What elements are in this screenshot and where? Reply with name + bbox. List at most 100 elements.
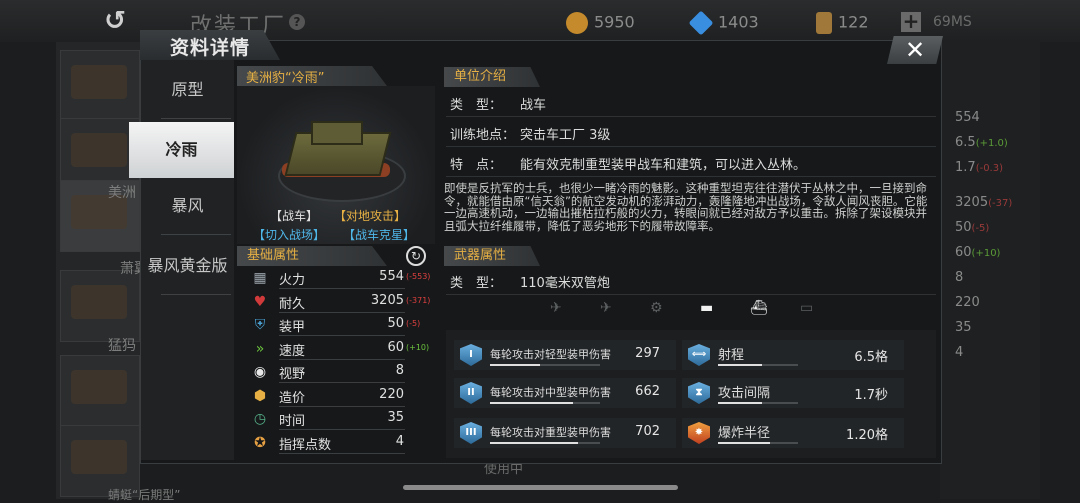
armor-damage-stat: I 每轮攻击对轻型装甲伤害 297 — [454, 340, 676, 370]
weapon-stat: ⧗ 攻击间隔 1.7秒 — [682, 378, 904, 408]
dialog-title: 资料详情 — [170, 37, 251, 59]
bg-stat-delta: (-5) — [971, 223, 990, 234]
info-row-type: 类 型： 战车 — [446, 90, 936, 117]
tank-thumbnail — [71, 133, 127, 167]
attribute-value: 8 — [395, 363, 404, 378]
help-icon[interactable]: ? — [289, 14, 305, 30]
stat-label: 爆炸半径 — [718, 426, 771, 441]
stat-value: 297 — [635, 346, 660, 361]
attribute-row: ◉ 视野 8 — [249, 360, 436, 384]
helicopter-icon: ⚙ — [650, 300, 663, 316]
attribute-delta: (-553) — [406, 272, 431, 281]
bg-stat: 3205(-37) — [955, 195, 1012, 210]
bg-unit-card[interactable] — [60, 50, 140, 122]
tank-thumbnail — [71, 440, 127, 474]
info-row-feature: 特 点： 能有效克制重型装甲战车和建筑，可以进入丛林。 — [446, 150, 936, 177]
fighter-icon: ✈ — [550, 300, 562, 316]
tank-icon: ▬ — [700, 300, 714, 316]
attribute-value: 554 — [379, 269, 404, 284]
refresh-icon[interactable]: ↻ — [406, 246, 426, 266]
unit-tag: 【对地攻击】 — [334, 209, 407, 223]
attribute-value: 220 — [379, 386, 404, 402]
bg-unit-label: 蜻蜓“后期型” — [108, 488, 181, 502]
attribute-delta: (-5) — [406, 319, 421, 328]
variant-list: 原型 冷雨 暴风 暴风黄金版 — [129, 60, 234, 460]
bg-stat-value: 60 — [955, 245, 972, 260]
attribute-delta: (-371) — [406, 295, 431, 305]
variant-tab-storm[interactable]: 暴风 — [141, 178, 234, 234]
armor-class-icon: III — [460, 422, 482, 444]
variant-tab-cold-rain[interactable]: 冷雨 — [129, 122, 234, 178]
bg-unit-card[interactable] — [60, 355, 140, 427]
add-resource-button[interactable]: + — [901, 11, 921, 32]
home-indicator[interactable] — [403, 485, 678, 490]
cards-resource: 122 — [816, 12, 869, 34]
stat-label: 每轮攻击对重型装甲伤害 — [490, 426, 611, 439]
bg-stat-value: 50 — [955, 220, 972, 235]
cards-value: 122 — [838, 12, 869, 32]
explosion-icon: ✸ — [688, 422, 710, 444]
attribute-row: ▦ 火力 554 (-553) — [249, 266, 436, 290]
coin-icon — [566, 12, 588, 34]
attribute-label: 造价 — [279, 390, 306, 406]
divider — [161, 118, 231, 119]
coins-resource: 5950 — [566, 12, 635, 34]
unit-tag: 【切入战场】 — [253, 228, 326, 242]
bg-stat: 8 — [955, 270, 963, 285]
firepower-icon: ▦ — [253, 270, 267, 286]
bg-unit-label: 猛犸 — [108, 338, 136, 354]
bg-stat: 6.5(+1.0) — [955, 135, 1008, 150]
weapon-stat: ✸ 爆炸半径 1.20格 — [682, 418, 904, 448]
info-value: 能有效克制重型装甲战车和建筑，可以进入丛林。 — [520, 158, 807, 173]
variant-tab-storm-gold[interactable]: 暴风黄金版 — [141, 238, 234, 294]
range-icon: ⟺ — [688, 344, 710, 366]
bg-unit-card[interactable] — [60, 270, 140, 342]
weapon-attributes-header: 武器属性 — [444, 246, 540, 266]
heart-icon: ♥ — [253, 293, 267, 310]
bg-stat-value: 3205 — [955, 195, 989, 210]
info-value: 突击车工厂 3级 — [520, 128, 611, 143]
stat-bar-fill — [490, 442, 578, 444]
diamonds-resource: 1403 — [688, 10, 759, 36]
stat-value: 1.20格 — [846, 428, 888, 443]
tank-model-turret — [311, 121, 363, 145]
bg-unit-label: 美洲 — [108, 185, 136, 201]
bg-stat-value: 220 — [955, 295, 980, 310]
weapon-stat: ⟺ 射程 6.5格 — [682, 340, 904, 370]
weapon-type-row: 类 型： 110毫米双管炮 — [446, 268, 936, 295]
unit-tag: 【战车克星】 — [343, 228, 416, 242]
unit-description: 即使是反抗军的士兵，也很少一睹冷雨的魅影。这种重型坦克往往潜伏于丛林之中，一旦接… — [444, 181, 928, 233]
command-icon: ✪ — [254, 434, 266, 451]
plane-icon: ✈ — [600, 300, 612, 316]
armor-icon: ⛨ — [254, 317, 266, 333]
bg-stat-delta: (-0.3) — [975, 163, 1004, 174]
vision-icon: ◉ — [253, 364, 267, 380]
divider — [161, 234, 231, 235]
submarine-icon: ▭ — [800, 300, 814, 316]
bg-stat-value: 1.7 — [955, 160, 976, 175]
attribute-value: 50 — [387, 316, 404, 331]
attribute-row: ✪ 指挥点数 4 — [249, 431, 436, 455]
stat-label: 射程 — [718, 348, 745, 363]
info-value: 战车 — [520, 98, 547, 113]
time-icon: ◷ — [253, 411, 267, 427]
armor-damage-stat: III 每轮攻击对重型装甲伤害 702 — [454, 418, 676, 448]
bg-stat: 35 — [955, 320, 972, 335]
network-latency: 69MS — [933, 14, 972, 30]
bg-stat-delta: (+1.0) — [975, 138, 1008, 149]
stat-value: 6.5格 — [854, 350, 888, 365]
attribute-label: 火力 — [279, 273, 306, 288]
variant-tab-prototype[interactable]: 原型 — [141, 62, 234, 118]
bg-stat: 50(-5) — [955, 220, 989, 235]
stat-bar-fill — [718, 402, 762, 404]
back-button[interactable]: ↺ — [94, 6, 136, 36]
close-button[interactable]: ✕ — [887, 36, 943, 64]
attribute-row: ⬢ 造价 220 — [249, 384, 436, 408]
tank-thumbnail — [71, 285, 127, 319]
divider — [161, 294, 231, 295]
bg-stat-value: 554 — [955, 110, 980, 125]
stat-bar-fill — [718, 442, 770, 444]
hourglass-icon: ⧗ — [688, 382, 710, 404]
attribute-label: 视野 — [279, 367, 306, 382]
card-icon — [816, 12, 832, 34]
